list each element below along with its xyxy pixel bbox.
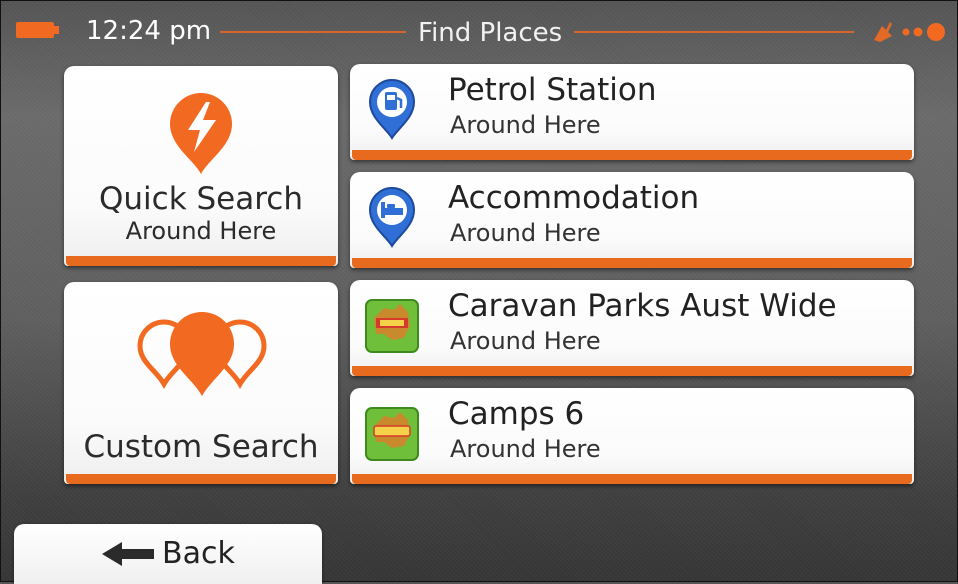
list-item-camps-6[interactable]: Camps 6 Around Here (350, 388, 914, 484)
list-item-subtitle: Around Here (450, 219, 601, 247)
gps-satellite-icon (874, 22, 945, 42)
quick-search-subtitle: Around Here (125, 217, 277, 245)
list-item-title: Accommodation (448, 180, 700, 216)
list-item-caravan-parks[interactable]: Caravan Parks Aust Wide Around Here (350, 280, 914, 376)
list-item-accommodation[interactable]: Accommodation Around Here (350, 172, 914, 268)
caravan-parks-map-icon (365, 299, 419, 353)
custom-search-title: Custom Search (83, 429, 319, 465)
list-item-title: Caravan Parks Aust Wide (448, 288, 837, 324)
battery-icon (16, 22, 59, 38)
tile-accent-bar (352, 474, 912, 484)
screen-title: Find Places (418, 18, 563, 48)
back-label: Back (162, 536, 235, 571)
multi-pin-icon (137, 312, 267, 396)
tile-accent-bar (66, 256, 336, 266)
tile-accent-bar (352, 366, 912, 376)
clock: 12:24 pm (86, 16, 212, 46)
list-item-subtitle: Around Here (450, 327, 601, 355)
quick-search-button[interactable]: Quick Search Around Here (64, 66, 338, 266)
arrow-left-icon (102, 542, 154, 566)
lightning-pin-icon (170, 93, 232, 174)
title-divider-left (220, 31, 406, 33)
tile-accent-bar (352, 258, 912, 268)
list-item-title: Petrol Station (448, 72, 657, 108)
bed-pin-icon (368, 187, 416, 248)
quick-search-title: Quick Search (98, 181, 303, 217)
status-bar: 12:24 pm Find Places (0, 0, 958, 62)
list-item-subtitle: Around Here (450, 111, 601, 139)
list-item-title: Camps 6 (448, 396, 585, 432)
list-item-subtitle: Around Here (450, 435, 601, 463)
title-divider-right (574, 31, 854, 33)
camps-map-icon (365, 407, 419, 461)
tile-accent-bar (66, 474, 336, 484)
custom-search-button[interactable]: Custom Search (64, 282, 338, 484)
fuel-pin-icon (368, 79, 416, 140)
tile-accent-bar (352, 150, 912, 160)
list-item-petrol-station[interactable]: Petrol Station Around Here (350, 64, 914, 160)
back-button[interactable]: Back (14, 524, 322, 584)
